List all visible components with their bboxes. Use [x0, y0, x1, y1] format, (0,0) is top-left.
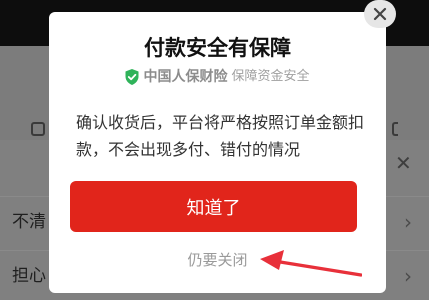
annotation-arrow-icon	[260, 250, 362, 277]
background-row-label: 不清	[12, 212, 46, 232]
close-icon	[373, 7, 387, 21]
got-it-button[interactable]: 知道了	[70, 181, 357, 232]
sheet-close-icon: ✕	[395, 151, 412, 175]
dialog-close-button[interactable]	[364, 0, 396, 28]
shield-check-icon	[125, 69, 139, 85]
insurance-badge: 中国人保财险 保障资金安全	[49, 67, 386, 87]
insurer-name: 中国人保财险	[143, 69, 228, 85]
background-row-label: 担心	[12, 266, 46, 286]
background-tab-fragment	[392, 122, 398, 136]
background-tab-fragment	[31, 122, 45, 136]
chevron-right-icon: ›	[404, 210, 412, 234]
dialog-title: 付款安全有保障	[144, 36, 291, 60]
chevron-right-icon: ›	[404, 264, 412, 288]
dialog-body-text: 确认收货后，平台将严格按照订单金额扣款，不会出现多付、错付的情况	[76, 113, 365, 159]
badge-text: 保障资金安全	[231, 69, 310, 84]
